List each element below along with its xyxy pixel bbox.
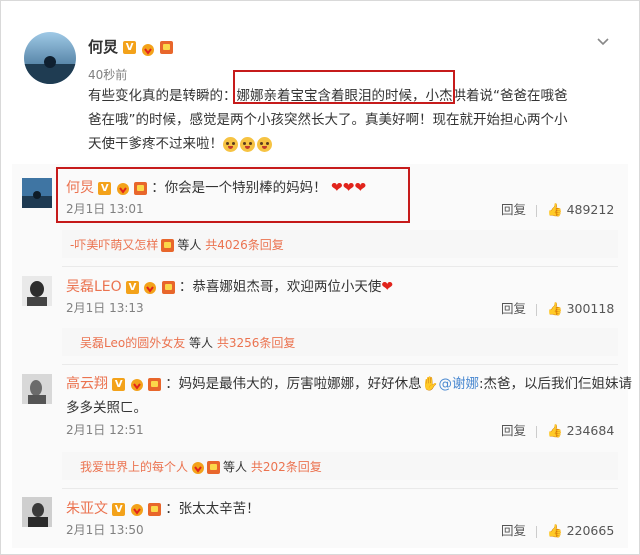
- thumbs-up-icon[interactable]: 👍: [547, 523, 563, 538]
- verified-badge-icon: V: [125, 280, 139, 294]
- member-badge-icon: [147, 502, 161, 516]
- like-count: 300118: [566, 301, 615, 316]
- comment-actions: 回复 👍 234684: [501, 420, 614, 439]
- comment-avatar[interactable]: [22, 374, 52, 404]
- post-author-name[interactable]: 何炅: [88, 38, 118, 56]
- comment-author[interactable]: 高云翔: [66, 376, 108, 392]
- reply-button[interactable]: 回复: [501, 301, 526, 316]
- reply-summary[interactable]: 吴磊Leo的圆外女友 等人 共3256条回复: [62, 328, 618, 356]
- verified-badge-icon: V: [112, 502, 126, 516]
- heart-badge-icon: [143, 281, 157, 294]
- post-text-part1: 有些变化真的是转瞬的：: [88, 88, 237, 104]
- comment-author[interactable]: 吴磊LEO: [66, 279, 122, 295]
- reply-button[interactable]: 回复: [501, 523, 526, 538]
- reply-user-link[interactable]: -吓美吓萌又怎样: [70, 238, 158, 252]
- comment-text: ：张太太辛苦！: [165, 501, 260, 517]
- post-author-avatar[interactable]: [24, 32, 76, 84]
- divider: [62, 488, 618, 489]
- reply-mid-text: 等人: [189, 336, 214, 350]
- comment-actions: 回复 👍 300118: [501, 298, 614, 317]
- comment-text-line2: 多多关照ㄈ。: [66, 400, 147, 416]
- like-count: 220665: [566, 523, 615, 538]
- like-count: 234684: [566, 423, 615, 438]
- comment-avatar[interactable]: [22, 276, 52, 306]
- post-text-line-3: 天使干爹疼不过来啦！: [88, 132, 272, 156]
- member-badge-icon: [161, 239, 175, 252]
- comment-2-line: 吴磊LEO V ：恭喜娜姐杰哥，欢迎两位小天使❤: [66, 275, 393, 296]
- reply-user-link[interactable]: 我爱世界上的每个人: [80, 460, 188, 474]
- mention-link[interactable]: @谢娜: [439, 376, 480, 392]
- emoji-icon: [223, 136, 238, 152]
- thumbs-up-icon[interactable]: 👍: [547, 423, 563, 438]
- comment-text: ：恭喜娜姐杰哥，欢迎两位小天使: [178, 279, 382, 295]
- post-time: 40秒前: [88, 68, 128, 82]
- reply-user-link[interactable]: 吴磊Leo的圆外女友: [80, 336, 185, 350]
- comment-actions: 回复 👍 220665: [501, 520, 614, 539]
- thumbs-up-icon[interactable]: 👍: [547, 301, 563, 316]
- clap-emoji-icon: ✋: [421, 376, 439, 392]
- comment-text: ：妈妈是最伟大的，厉害啦娜娜，好好休息: [165, 376, 422, 392]
- comment-avatar[interactable]: [22, 497, 52, 527]
- post-text-line-2: 爸在哦”的时候，感觉是两个小孩突然长大了。真美好啊！现在就开始担心两个小: [88, 112, 568, 128]
- highlight-box-comment: [56, 167, 410, 223]
- like-count: 489212: [566, 202, 615, 217]
- member-badge-icon: [147, 377, 161, 391]
- thumbs-up-icon[interactable]: 👍: [547, 202, 563, 217]
- comment-text-cont: :杰爸，以后我们仨姐妹请: [479, 376, 633, 392]
- emoji-icon: [240, 136, 255, 152]
- verified-badge-icon: V: [112, 377, 126, 391]
- heart-badge-icon: [130, 503, 144, 516]
- comment-actions: 回复 👍 489212: [501, 199, 614, 218]
- reply-button[interactable]: 回复: [501, 423, 526, 438]
- chevron-down-icon[interactable]: [595, 34, 611, 50]
- heart-badge-icon: [130, 378, 144, 391]
- heart-badge-icon: [141, 41, 155, 56]
- reply-count-link[interactable]: 共202条回复: [251, 460, 322, 474]
- highlight-box-post: [233, 70, 455, 104]
- verified-badge-icon: V: [123, 41, 137, 54]
- reply-summary[interactable]: 我爱世界上的每个人 等人 共202条回复: [62, 452, 618, 480]
- comment-avatar[interactable]: [22, 178, 52, 208]
- reply-mid-text: 等人: [223, 460, 248, 474]
- post-author-line: 何炅 V: [88, 36, 174, 57]
- comment-date: 2月1日 13:13: [66, 301, 144, 315]
- reply-button[interactable]: 回复: [501, 202, 526, 217]
- divider: [62, 266, 618, 267]
- reply-mid-text: 等人: [177, 238, 202, 252]
- comment-3-line: 高云翔 V ：妈妈是最伟大的，厉害啦娜娜，好好休息✋@谢娜:杰爸，以后我们仨姐妹…: [66, 372, 632, 393]
- member-badge-icon: [207, 461, 221, 474]
- post-text-line3: 天使干爹疼不过来啦！: [88, 136, 223, 152]
- comment-date: 2月1日 12:51: [66, 423, 144, 437]
- comment-date: 2月1日 13:50: [66, 523, 144, 537]
- reply-summary[interactable]: -吓美吓萌又怎样 等人 共4026条回复: [62, 230, 618, 258]
- emoji-icon: [257, 136, 272, 152]
- divider: [62, 364, 618, 365]
- reply-count-link[interactable]: 共4026条回复: [205, 238, 284, 252]
- heart-emoji-icon: ❤: [381, 279, 394, 295]
- comment-4-line: 朱亚文 V ：张太太辛苦！: [66, 497, 260, 518]
- reply-count-link[interactable]: 共3256条回复: [217, 336, 296, 350]
- member-badge-icon: [160, 41, 174, 54]
- member-badge-icon: [161, 280, 175, 294]
- comment-author[interactable]: 朱亚文: [66, 501, 108, 517]
- heart-badge-icon: [191, 461, 205, 474]
